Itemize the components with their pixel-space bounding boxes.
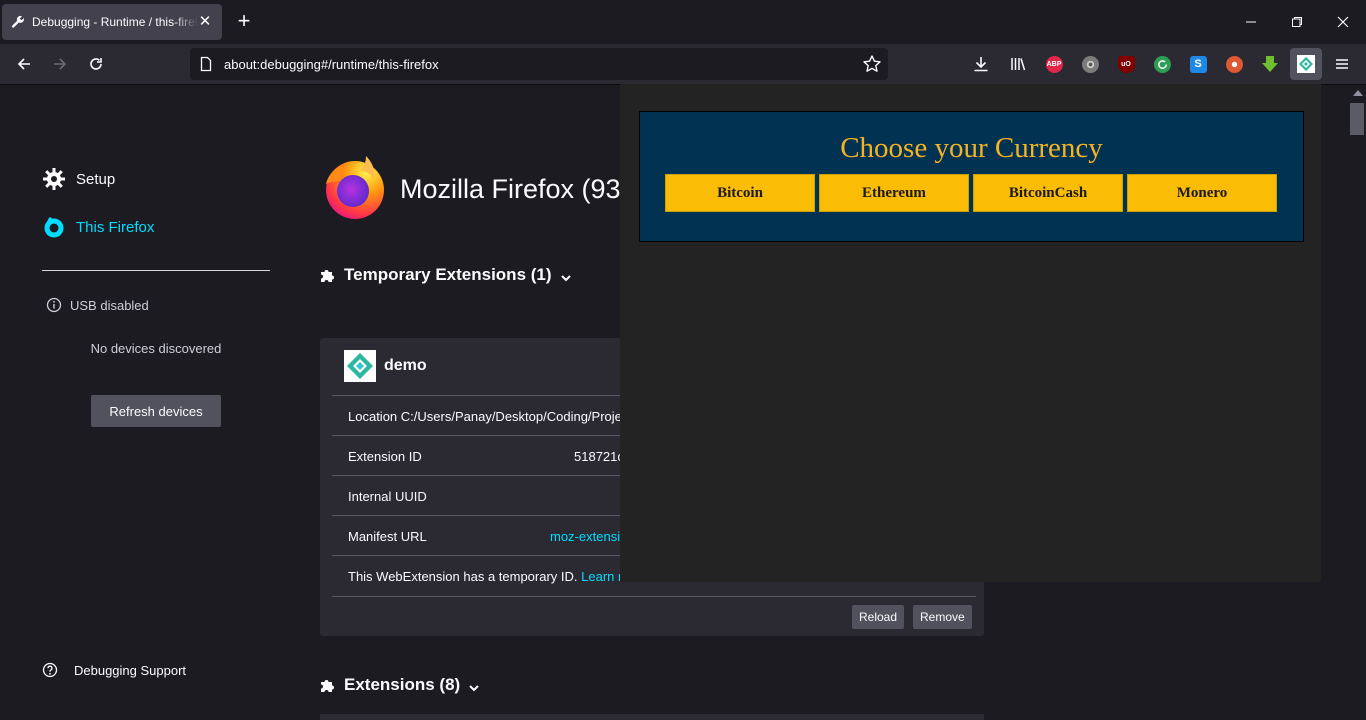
usb-status-text: USB disabled (70, 297, 149, 313)
window-close-button[interactable] (1320, 0, 1366, 44)
sidebar-item-label: Setup (76, 170, 116, 188)
bitcoincash-button[interactable]: BitcoinCash (973, 174, 1123, 212)
forward-button[interactable] (46, 50, 74, 78)
gear-icon (42, 167, 66, 191)
back-button[interactable] (10, 50, 38, 78)
privacy-badger-icon[interactable] (1080, 54, 1100, 74)
url-text[interactable]: about:debugging#/runtime/this-firefox (224, 57, 439, 72)
card-divider (332, 596, 976, 597)
remove-button[interactable]: Remove (913, 605, 972, 629)
extensions-heading[interactable]: Extensions (8) (320, 675, 480, 695)
adblock-plus-icon[interactable]: ABP (1044, 54, 1064, 74)
debugging-support-link[interactable]: Debugging Support (42, 662, 186, 678)
location-label: Location (348, 409, 398, 424)
firefox-logo-icon (322, 154, 388, 220)
ublock-origin-icon[interactable]: uO (1116, 54, 1136, 74)
manifest-url-label: Manifest URL (348, 529, 427, 544)
currency-title: Choose your Currency (840, 132, 1103, 164)
extension-name: demo (384, 357, 427, 374)
refresh-devices-button[interactable]: Refresh devices (91, 395, 221, 427)
download-helper-icon[interactable] (1260, 54, 1280, 74)
currency-panel: Choose your Currency Bitcoin Ethereum Bi… (639, 111, 1304, 242)
tab-title: Debugging - Runtime / this-firefox (32, 15, 198, 29)
bitcoin-button[interactable]: Bitcoin (665, 174, 815, 212)
info-icon (46, 297, 62, 313)
demo-extension-button[interactable] (1290, 48, 1322, 80)
library-icon[interactable] (1008, 54, 1028, 74)
section-title: Extensions (8) (344, 675, 461, 694)
internal-uuid-label: Internal UUID (348, 489, 427, 504)
page-scrollbar[interactable] (1348, 85, 1366, 720)
temporary-extensions-heading[interactable]: Temporary Extensions (1) (320, 265, 572, 285)
monero-button[interactable]: Monero (1127, 174, 1277, 212)
temporary-id-note: This WebExtension has a temporary ID. (348, 569, 578, 584)
tab-close-icon[interactable]: ✕ (196, 13, 214, 31)
extension-popup: Choose your Currency Bitcoin Ethereum Bi… (620, 84, 1321, 582)
extension-id-label: Extension ID (348, 449, 422, 464)
minimize-button[interactable] (1228, 0, 1274, 44)
tab-strip: Debugging - Runtime / this-firefox ✕ + (0, 0, 1366, 44)
tab-debugging[interactable]: Debugging - Runtime / this-firefox ✕ (2, 4, 222, 40)
puzzle-icon (320, 677, 336, 693)
firefox-icon (42, 215, 66, 239)
s-extension-icon[interactable]: S (1188, 54, 1208, 74)
debugging-support-label: Debugging Support (74, 662, 187, 678)
wrench-icon (10, 14, 26, 30)
section-title: Temporary Extensions (1) (344, 265, 552, 284)
demo-extension-icon (344, 350, 376, 382)
duckduckgo-icon[interactable] (1224, 54, 1244, 74)
sidebar-item-label: This Firefox (76, 218, 155, 236)
sidebar-item-setup[interactable]: Setup (42, 167, 115, 191)
downloads-icon[interactable] (971, 54, 991, 74)
sidebar-divider (42, 270, 270, 271)
restore-button[interactable] (1274, 0, 1320, 44)
puzzle-icon (320, 267, 336, 283)
hamburger-menu-icon[interactable] (1332, 54, 1352, 74)
chevron-down-icon (560, 269, 572, 282)
url-bar[interactable]: about:debugging#/runtime/this-firefox (190, 48, 888, 80)
reload-button[interactable]: Reload (852, 605, 905, 629)
sync-extension-icon[interactable] (1152, 54, 1172, 74)
ethereum-button[interactable]: Ethereum (819, 174, 969, 212)
bookmark-star-icon[interactable] (862, 54, 882, 74)
help-icon (42, 662, 58, 678)
reload-icon[interactable] (82, 50, 110, 78)
page-icon (198, 56, 214, 72)
scroll-up-arrow-icon[interactable] (1353, 90, 1363, 96)
page-title: Mozilla Firefox (93.0) (400, 174, 620, 204)
no-devices-text: No devices discovered (90, 341, 222, 356)
chevron-down-icon (468, 679, 480, 692)
scroll-thumb[interactable] (1350, 103, 1364, 135)
sidebar-item-this-firefox[interactable]: This Firefox (42, 215, 154, 239)
next-extension-card (320, 714, 984, 720)
nav-bar: about:debugging#/runtime/this-firefox AB… (0, 44, 1366, 85)
extension-id-value: 518721c (574, 449, 624, 464)
new-tab-button[interactable]: + (232, 10, 256, 34)
usb-status: USB disabled (46, 297, 149, 313)
